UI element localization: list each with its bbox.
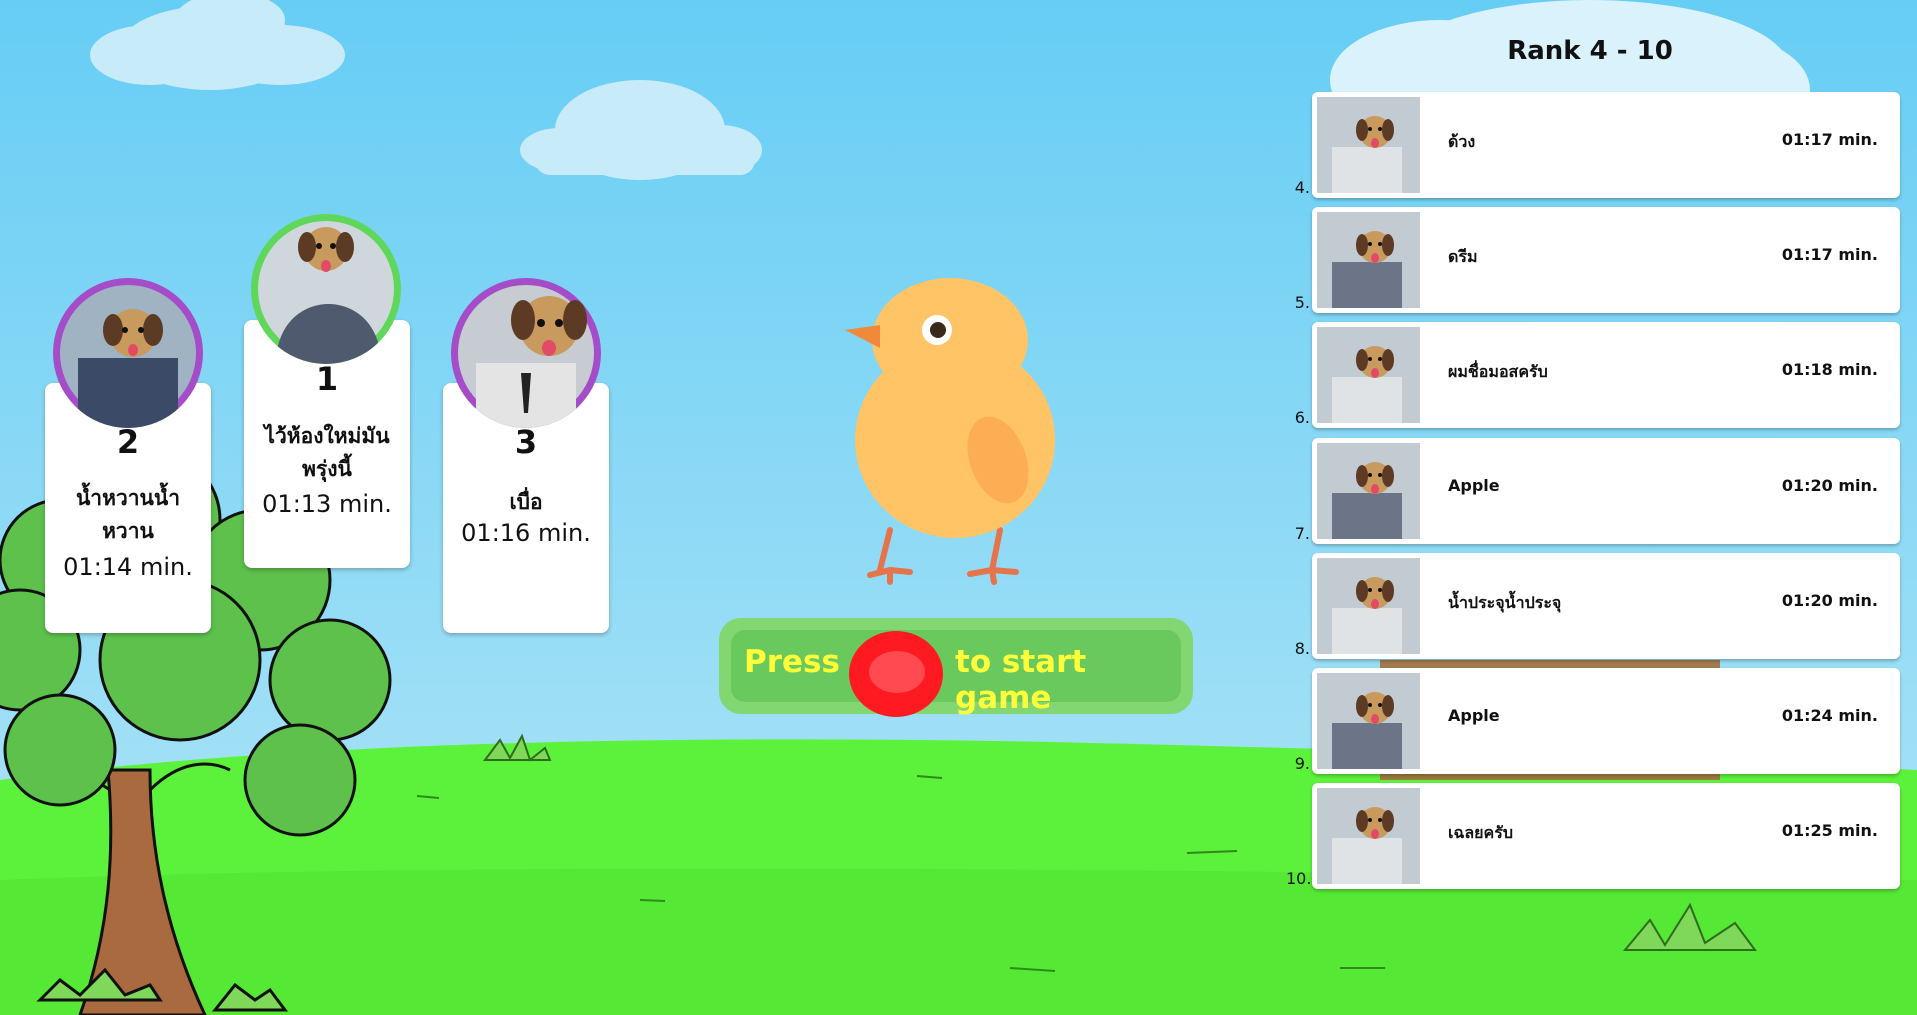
- player-time: 01:20 min.: [1781, 590, 1878, 610]
- podium-avatar-2: [53, 278, 203, 428]
- player-name: เฉลยครับ: [1448, 823, 1513, 843]
- podium-player-name: น้ำหวานน้ำหวาน: [75, 486, 181, 543]
- player-name: Apple: [1448, 475, 1500, 495]
- player-time: 01:20 min.: [1781, 475, 1878, 495]
- leaderboard-row: Apple 01:20 min.: [1312, 437, 1900, 544]
- red-button-icon[interactable]: [849, 631, 943, 717]
- start-game-button[interactable]: Press to start game: [719, 618, 1193, 717]
- player-photo: [1317, 788, 1420, 885]
- rank-index: 6.: [1294, 408, 1310, 428]
- podium-time: 01:13 min.: [262, 490, 392, 518]
- podium-place: 3: [514, 423, 538, 461]
- leaderboard-row: ดรีม 01:17 min.: [1312, 207, 1900, 314]
- player-time: 01:24 min.: [1781, 706, 1878, 725]
- leaderboard-row: Apple 01:24 min.: [1312, 668, 1900, 774]
- podium-avatar-3: [451, 278, 601, 428]
- start-label: to start game: [955, 644, 1087, 716]
- rank-index: 7.: [1294, 523, 1310, 543]
- podium-player-name: ไว้ห้องใหม่มันพรุ่งนี้: [264, 424, 390, 481]
- player-name: ผมชื่อมอสครับ: [1448, 362, 1548, 382]
- leaderboard-row: ผมชื่อมอสครับ 01:18 min.: [1312, 322, 1900, 429]
- player-time: 01:17 min.: [1781, 245, 1878, 265]
- player-name: ดรีม: [1448, 247, 1478, 267]
- leaderboard-row: เฉลยครับ 01:25 min.: [1312, 783, 1900, 890]
- player-photo: [1317, 97, 1420, 193]
- podium-avatar-1: [251, 214, 401, 364]
- leaderboard-row: น้ำประจุน้ำประจุ 01:20 min.: [1312, 552, 1900, 659]
- player-name: ด้วง: [1448, 132, 1476, 151]
- player-photo: [1317, 327, 1420, 424]
- rank-index: 4.: [1294, 178, 1310, 197]
- rank-index: 10.: [1286, 869, 1312, 889]
- player-time: 01:25 min.: [1781, 821, 1878, 841]
- player-photo: [1317, 442, 1420, 539]
- player-time: 01:17 min.: [1781, 130, 1878, 149]
- press-label: Press: [744, 644, 840, 680]
- rank-index: 5.: [1294, 293, 1310, 313]
- podium-place: 1: [315, 360, 339, 398]
- player-photo: [1317, 212, 1420, 309]
- podium-time: 01:14 min.: [63, 553, 193, 581]
- player-photo: [1317, 673, 1420, 769]
- leaderboard-title: Rank 4 - 10: [1507, 36, 1673, 66]
- podium-player-name: เบื่อ: [509, 490, 543, 514]
- leaderboard-row: ด้วง 01:17 min.: [1312, 92, 1900, 198]
- player-photo: [1317, 557, 1420, 654]
- player-time: 01:18 min.: [1781, 360, 1878, 380]
- rank-index: 9.: [1294, 754, 1310, 773]
- player-name: Apple: [1448, 706, 1500, 725]
- rank-index: 8.: [1294, 638, 1310, 658]
- podium-time: 01:16 min.: [461, 519, 591, 547]
- podium-place: 2: [116, 423, 140, 461]
- player-name: น้ำประจุน้ำประจุ: [1448, 592, 1562, 612]
